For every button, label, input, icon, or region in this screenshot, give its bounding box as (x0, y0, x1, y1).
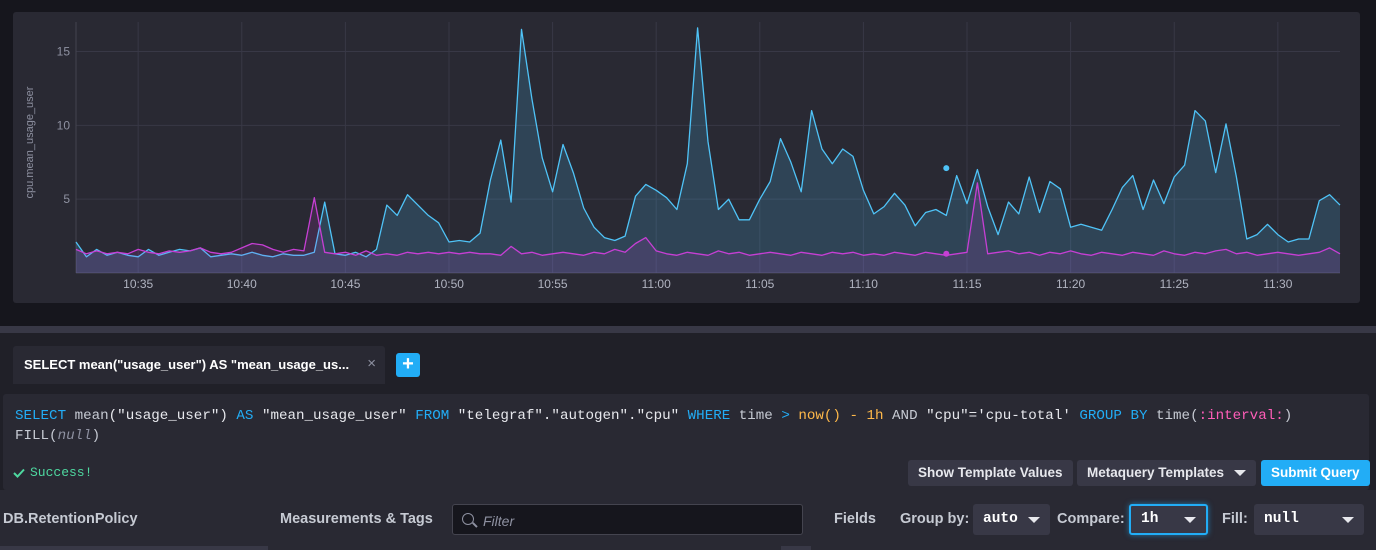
kw-group-by: GROUP BY (1079, 408, 1148, 424)
hover-point (943, 165, 950, 172)
x-tick-label: 11:05 (745, 277, 774, 291)
x-tick-label: 11:00 (642, 277, 671, 291)
x-tick-label: 10:45 (330, 277, 360, 291)
y-axis-label: cpu.mean_usage_user (24, 86, 36, 198)
x-tick-label: 10:55 (538, 277, 568, 291)
group-by-dropdown[interactable]: auto (973, 504, 1050, 535)
chevron-down-icon (1028, 517, 1040, 523)
kw-from: FROM (415, 408, 450, 424)
chevron-down-icon (1184, 517, 1196, 523)
op-minus: - (849, 408, 858, 424)
close-paren: ) (1283, 408, 1293, 424)
add-query-button[interactable]: + (396, 353, 420, 377)
filter-input[interactable] (481, 510, 795, 532)
kw-where: WHERE (687, 408, 731, 424)
fn-fill: FILL( (15, 428, 58, 444)
interval-var: :interval: (1198, 408, 1284, 424)
alias: "mean_usage_user" (261, 408, 407, 424)
x-tick-label: 10:40 (227, 277, 257, 291)
metaquery-templates-dropdown[interactable]: Metaquery Templates (1077, 460, 1257, 486)
fn-mean: mean (74, 408, 109, 424)
null-kw: null (57, 428, 92, 444)
metaquery-templates-label: Metaquery Templates (1087, 465, 1225, 480)
fn-time: time( (1156, 408, 1199, 424)
query-tab[interactable]: SELECT mean("usage_user") AS "mean_usage… (13, 346, 385, 384)
x-tick-label: 10:35 (123, 277, 153, 291)
time-field: time (738, 408, 773, 424)
status-text: Success! (30, 465, 93, 480)
measurements-tags-label: Measurements & Tags (280, 511, 433, 527)
compare-value: 1h (1141, 511, 1159, 527)
chevron-down-icon (1234, 470, 1247, 477)
query-tab-label: SELECT mean("usage_user") AS "mean_usage… (24, 357, 350, 372)
x-tick-label: 11:10 (849, 277, 878, 291)
graph-area: 5 10 15 10:35 10:40 10:45 10:50 10:55 11:00 11:05… (0, 0, 1376, 326)
filter-field[interactable] (452, 504, 803, 535)
x-tick-label: 11:30 (1263, 277, 1292, 291)
close-icon[interactable]: × (367, 355, 376, 372)
fill-close: ) (91, 428, 101, 444)
graph-panel[interactable]: 5 10 15 10:35 10:40 10:45 10:50 10:55 11:00 11:05… (13, 12, 1360, 303)
condition: "cpu"='cpu-total' (926, 408, 1071, 424)
series-area-1 (76, 27, 1340, 274)
y-tick-label: 5 (63, 192, 70, 206)
search-icon (462, 513, 474, 525)
compare-label: Compare: (1057, 511, 1125, 527)
group-by-label: Group by: (900, 511, 970, 527)
x-tick-label: 11:20 (1056, 277, 1085, 291)
db-list-scroll-edge (0, 546, 268, 550)
kw-and: AND (892, 408, 918, 424)
compare-dropdown[interactable]: 1h (1129, 504, 1208, 535)
op-gt: > (781, 408, 790, 424)
kw-select: SELECT (15, 408, 67, 424)
check-icon (13, 468, 25, 478)
fn-now: now() (798, 408, 841, 424)
duration: 1h (866, 408, 884, 424)
show-template-values-button[interactable]: Show Template Values (908, 460, 1073, 486)
hover-point (943, 250, 950, 257)
chevron-down-icon (1342, 517, 1354, 523)
db-retention-policy-label: DB.RetentionPolicy (3, 511, 138, 527)
group-by-value: auto (983, 511, 1018, 527)
fill-value: null (1264, 511, 1299, 527)
query-text[interactable]: SELECT mean("usage_user") AS "mean_usage… (15, 406, 1355, 446)
show-template-values-label: Show Template Values (918, 465, 1063, 480)
fields-label: Fields (834, 511, 876, 527)
kw-as: AS (236, 408, 254, 424)
fill-label: Fill: (1222, 511, 1248, 527)
line-chart[interactable]: 5 10 15 10:35 10:40 10:45 10:50 10:55 11:00 11:05… (13, 12, 1360, 303)
x-tick-label: 11:15 (952, 277, 981, 291)
submit-query-label: Submit Query (1271, 465, 1360, 480)
y-tick-label: 15 (57, 45, 71, 59)
y-tick-label: 10 (57, 118, 71, 132)
measurements-scroll-edge (781, 546, 811, 550)
fill-dropdown[interactable]: null (1254, 504, 1364, 535)
x-tick-label: 10:50 (434, 277, 464, 291)
source: "telegraf"."autogen"."cpu" (457, 408, 680, 424)
x-tick-label: 11:25 (1160, 277, 1189, 291)
field-ref: ("usage_user") (108, 408, 228, 424)
resize-divider[interactable] (0, 326, 1376, 333)
query-status: Success! (13, 465, 92, 480)
submit-query-button[interactable]: Submit Query (1261, 460, 1370, 486)
